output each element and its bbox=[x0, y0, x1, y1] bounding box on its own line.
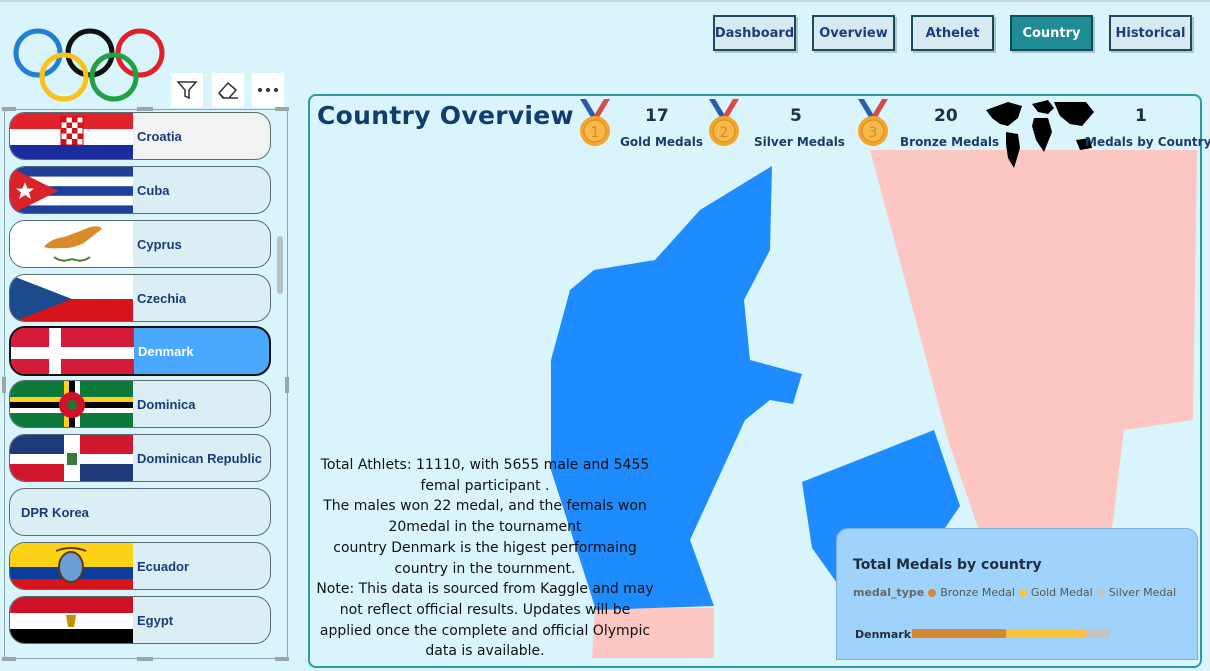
bar-segment-gold-medal[interactable] bbox=[1006, 629, 1087, 638]
note-line: not reflect official results. Updates wi… bbox=[339, 601, 631, 618]
svg-text:2: 2 bbox=[720, 125, 729, 141]
gold-medal-icon: 1 bbox=[580, 99, 610, 146]
gold-medals-label: Gold Medals bbox=[620, 135, 703, 149]
legend-silver-swatch bbox=[1096, 588, 1105, 597]
bronze-medal-icon: 3 bbox=[858, 99, 888, 146]
bar-category-label: Denmark bbox=[855, 628, 912, 641]
bronze-medals-value: 20 bbox=[934, 106, 958, 126]
silver-medals-value: 5 bbox=[790, 106, 802, 126]
medals-by-country-label: Medals by Country bbox=[1085, 135, 1210, 149]
stacked-bar bbox=[912, 629, 1110, 638]
legend-silver-label: Silver Medal bbox=[1108, 586, 1177, 599]
note-line: The males won 22 medal, and the femals w… bbox=[323, 498, 647, 515]
chart-legend: medal_type Bronze Medal Gold Medal Silve… bbox=[853, 586, 1176, 599]
legend-bronze-label: Bronze Medal bbox=[940, 586, 1015, 599]
note-line: 20medal in the tournament bbox=[388, 519, 582, 536]
legend-bronze-swatch bbox=[928, 588, 937, 597]
bar-segment-bronze-medal[interactable] bbox=[912, 629, 1007, 638]
summary-note: Total Athlets: 11110, with 5655 male and… bbox=[312, 455, 658, 662]
gold-medals-value: 17 bbox=[645, 106, 669, 126]
bar-segment-silver-medal[interactable] bbox=[1086, 629, 1110, 638]
legend-title: medal_type bbox=[853, 586, 925, 599]
note-line: applied once the complete and official O… bbox=[319, 622, 651, 639]
svg-text:3: 3 bbox=[869, 125, 878, 141]
note-line: Total Athlets: 11110, with 5655 male and… bbox=[320, 457, 650, 473]
medals-by-country-value: 1 bbox=[1135, 106, 1147, 126]
note-line: country Denmark is the higest performain… bbox=[333, 539, 637, 556]
svg-text:1: 1 bbox=[591, 125, 600, 141]
note-line: country in the tournment. bbox=[394, 560, 576, 577]
note-line: femal participant . bbox=[420, 477, 550, 494]
page-title: Country Overview bbox=[317, 101, 574, 130]
legend-gold-label: Gold Medal bbox=[1030, 586, 1093, 599]
note-line: Note: This data is sourced from Kaggle a… bbox=[316, 581, 654, 598]
note-line: data is available. bbox=[425, 643, 545, 660]
legend-gold-swatch bbox=[1018, 588, 1027, 597]
chart-title: Total Medals by country bbox=[853, 557, 1042, 573]
silver-medals-label: Silver Medals bbox=[754, 135, 845, 149]
silver-medal-icon: 2 bbox=[709, 99, 739, 146]
world-map-icon bbox=[986, 100, 1094, 168]
